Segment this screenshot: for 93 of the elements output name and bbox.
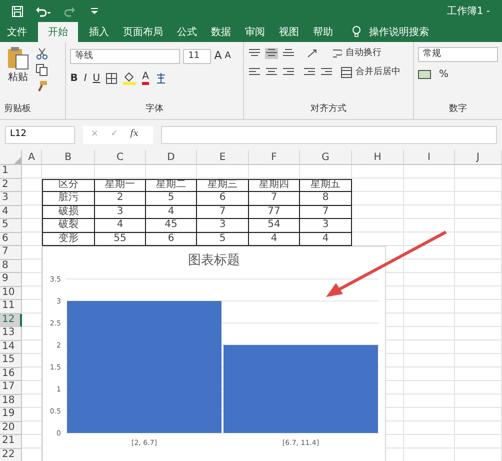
column-header[interactable]: C: [116, 150, 124, 164]
increase-indent-icon[interactable]: [320, 66, 332, 78]
table-cell: 5: [219, 232, 226, 245]
ribbon-tab[interactable]: 文件: [0, 22, 34, 42]
align-right-icon[interactable]: [282, 66, 294, 78]
table-cell: 星期四: [259, 179, 289, 192]
save-icon[interactable]: [12, 6, 23, 16]
table-cell: 7: [322, 206, 329, 218]
insert-function-button[interactable]: fx: [130, 128, 139, 142]
ribbon-tab[interactable]: 数据: [204, 22, 238, 42]
shrink-font-button[interactable]: A: [224, 50, 231, 63]
table-cell: 星期二: [156, 179, 186, 192]
column-header[interactable]: G: [322, 150, 330, 164]
group-label: 字体: [144, 103, 164, 116]
orientation-icon[interactable]: [306, 48, 320, 60]
percent-button[interactable]: %: [439, 67, 449, 82]
table-cell: 6: [219, 192, 226, 204]
table-cell: 星期五: [310, 179, 340, 192]
table-cell: 45: [164, 219, 178, 232]
formula-input[interactable]: [161, 126, 497, 144]
font-size-field[interactable]: 11: [183, 48, 212, 64]
name-box[interactable]: L12: [5, 126, 75, 144]
table-cell: 7: [270, 192, 278, 204]
align-center-icon[interactable]: [264, 66, 278, 78]
italic-button[interactable]: I: [84, 70, 87, 86]
table-cell: 2: [116, 192, 124, 204]
column-header[interactable]: H: [374, 150, 382, 164]
column-header[interactable]: B: [64, 150, 72, 164]
lightbulb-icon: [352, 26, 361, 37]
table-cell: 8: [322, 192, 329, 204]
table-cell: 77: [268, 206, 280, 218]
font-color-button[interactable]: A: [142, 71, 149, 85]
table-cell: 破损: [58, 206, 78, 218]
ribbon-tab[interactable]: 审阅: [238, 22, 272, 42]
table-cell: 星期一: [105, 179, 135, 192]
table-cell: 4: [116, 219, 124, 232]
bold-button[interactable]: B: [70, 70, 78, 86]
table-cell: 5: [168, 192, 174, 204]
group-label: 数字: [448, 103, 468, 116]
borders-icon[interactable]: [106, 72, 118, 84]
group-label: 剪贴板: [3, 103, 32, 116]
align-left-icon[interactable]: [248, 66, 260, 78]
wrap-icon: [332, 48, 342, 60]
underline-button[interactable]: U: [92, 70, 100, 86]
chart-title: 图表标题: [187, 252, 241, 270]
table-cell: 54: [268, 219, 280, 232]
middle-align-icon[interactable]: [264, 48, 278, 60]
column-header[interactable]: E: [219, 150, 226, 164]
ribbon-tab[interactable]: 页面布局: [116, 22, 170, 42]
ribbon-tab[interactable]: 帮助: [306, 22, 340, 42]
currency-icon[interactable]: [418, 69, 431, 80]
group-label: 对齐方式: [309, 103, 348, 116]
number-format-field[interactable]: 常规: [418, 47, 498, 62]
fill-color-icon[interactable]: [123, 72, 136, 84]
table-cell: 7: [219, 206, 226, 218]
window-title: 工作簿1 -: [446, 4, 490, 18]
copy-icon[interactable]: [36, 64, 48, 76]
table-cell: 变形: [58, 232, 78, 245]
table-cell: 区分: [58, 179, 78, 192]
tell-me-search[interactable]: 操作说明搜索: [361, 22, 437, 42]
column-header[interactable]: J: [476, 150, 480, 164]
grow-font-button[interactable]: A: [214, 48, 222, 64]
table-cell: 55: [114, 232, 126, 245]
table-cell: 星期三: [208, 179, 238, 192]
clipboard-icon: [7, 46, 29, 70]
table-cell: 破裂: [58, 219, 78, 232]
table-cell: 4: [322, 232, 329, 245]
column-header[interactable]: F: [271, 150, 277, 164]
table-cell: 4: [168, 206, 174, 218]
paste-button[interactable]: 粘贴: [4, 46, 32, 103]
customize-icon[interactable]: [91, 7, 98, 15]
ribbon-tab[interactable]: 视图: [272, 22, 306, 42]
table-cell: 3: [219, 219, 226, 232]
undo-icon[interactable]: [35, 6, 51, 16]
font-name-field[interactable]: 等线: [70, 48, 180, 64]
ribbon-tab[interactable]: 公式: [170, 22, 204, 42]
table-cell: 6: [168, 232, 174, 245]
table-cell: 3: [116, 206, 124, 218]
ribbon-tab[interactable]: 开始: [38, 22, 78, 42]
wrap-text-button[interactable]: 自动换行: [332, 47, 382, 60]
column-header[interactable]: I: [428, 150, 430, 164]
scissors-icon[interactable]: [36, 48, 48, 60]
table-cell: 脏污: [58, 192, 78, 204]
phonetic-icon[interactable]: [154, 72, 167, 84]
table-cell: 3: [322, 219, 329, 232]
column-header[interactable]: D: [167, 150, 175, 164]
ribbon-tab[interactable]: 插入: [82, 22, 116, 42]
decrease-indent-icon[interactable]: [302, 66, 316, 78]
table-cell: 4: [270, 232, 278, 245]
format-painter-icon[interactable]: [36, 80, 48, 92]
column-header[interactable]: A: [28, 150, 35, 164]
merge-center-button[interactable]: 合并后居中: [340, 66, 400, 79]
merge-icon: [340, 66, 352, 78]
